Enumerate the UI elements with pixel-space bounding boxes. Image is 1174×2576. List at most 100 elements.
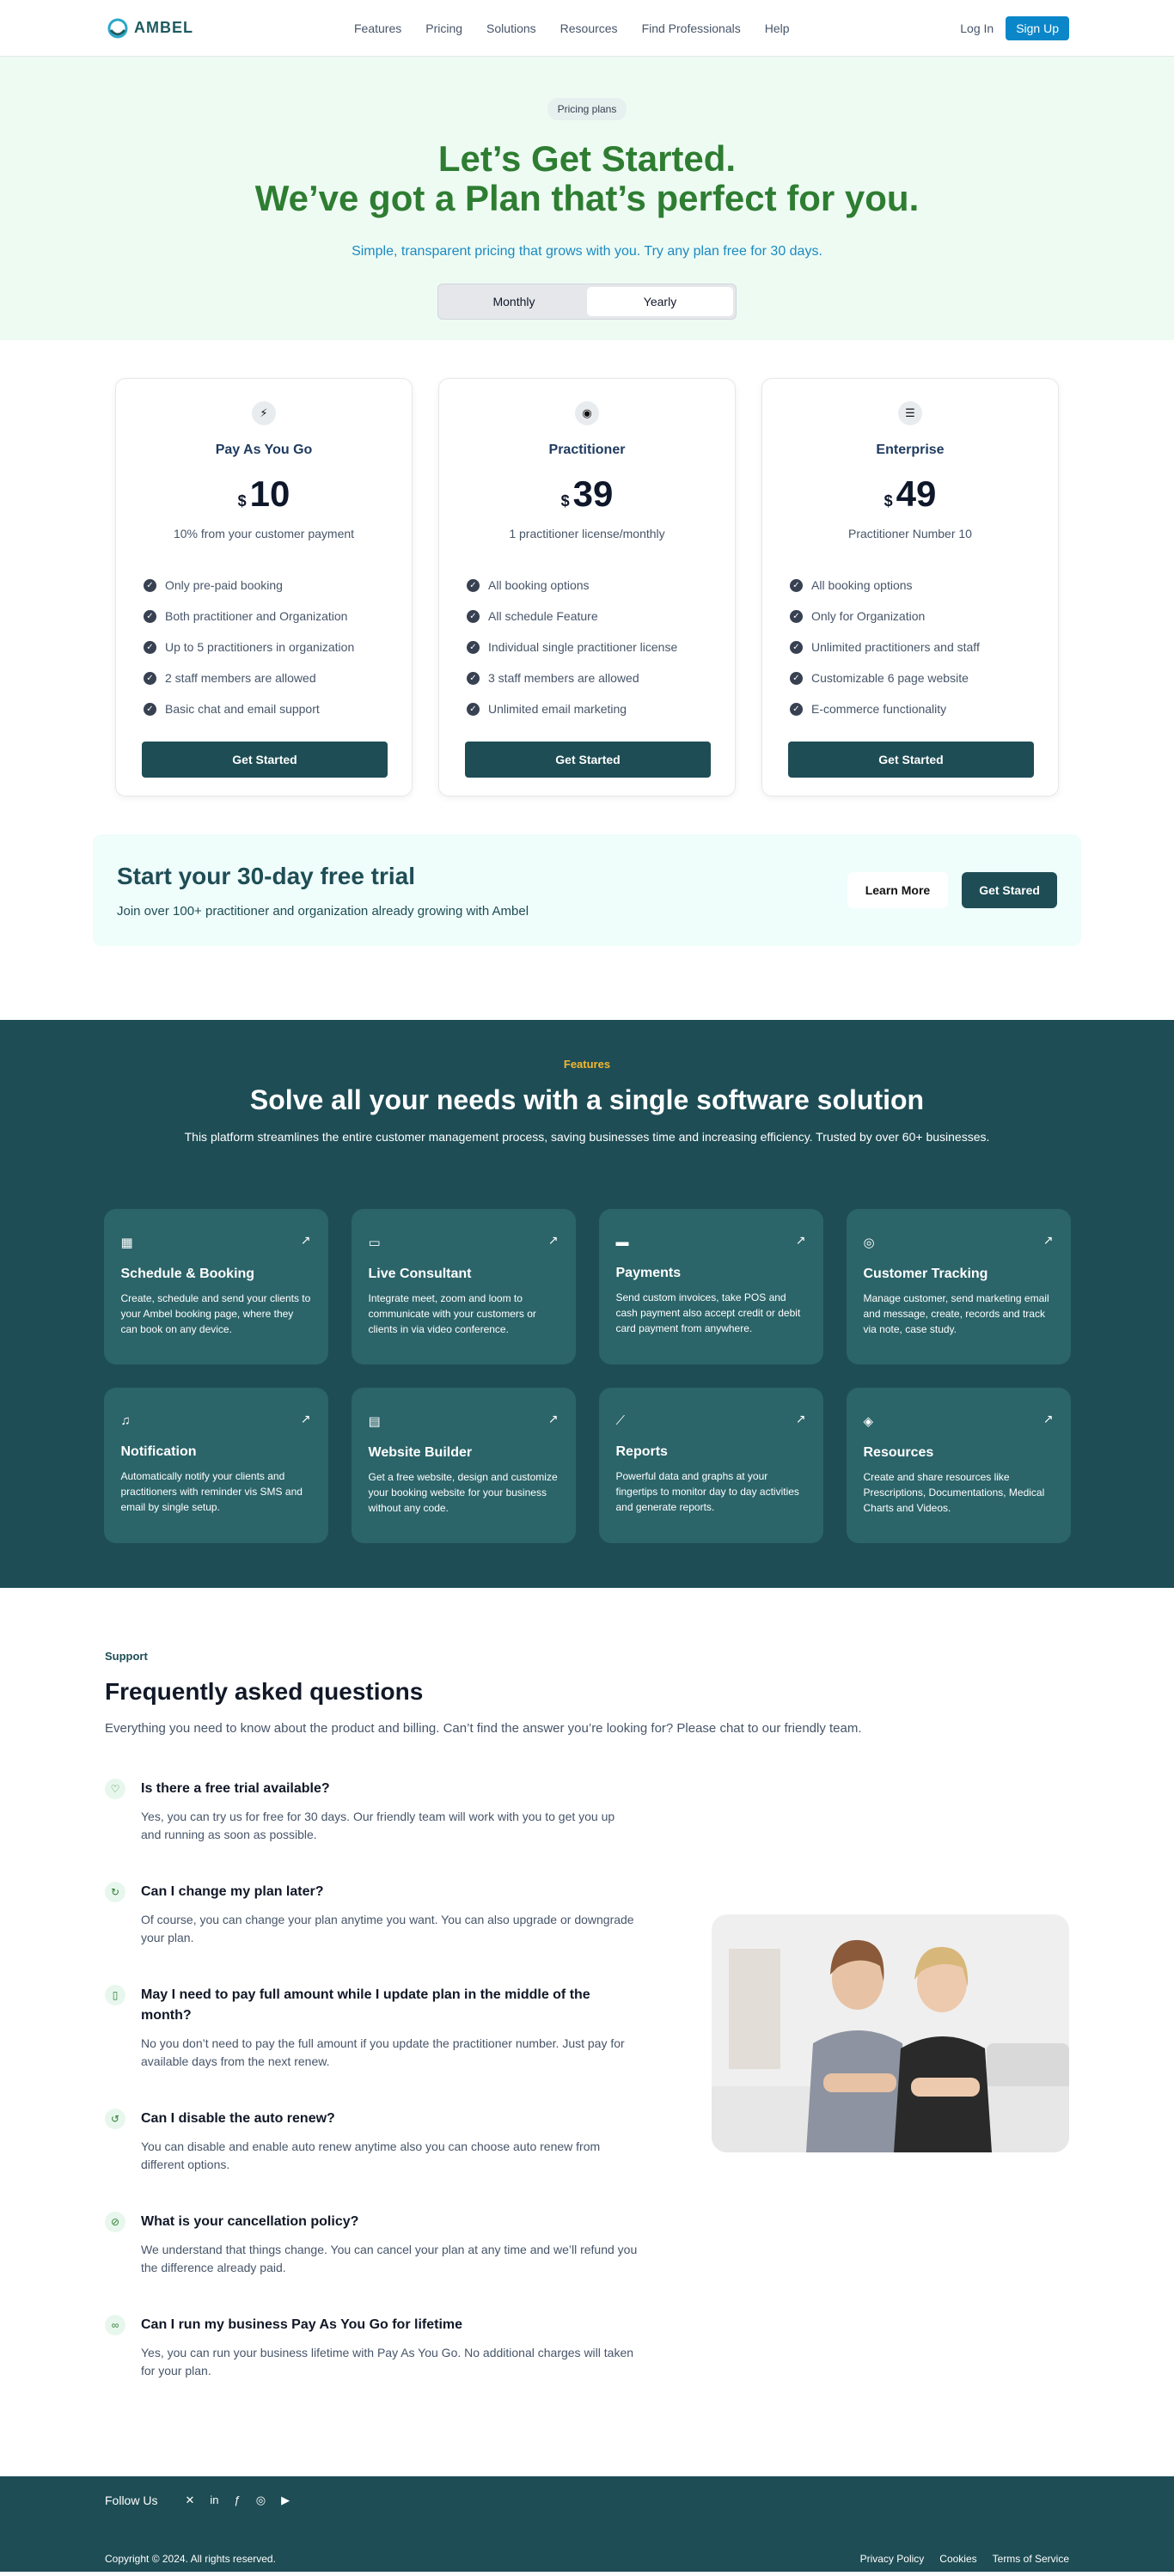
bolt-icon: ⚡ xyxy=(252,401,276,425)
toggle-yearly[interactable]: Yearly xyxy=(587,287,733,316)
feature-card-resources[interactable]: ◈ ↗ Resources Create and share resources… xyxy=(846,1388,1071,1543)
external-link-icon[interactable]: ↗ xyxy=(796,1233,806,1248)
login-link[interactable]: Log In xyxy=(960,21,994,35)
twitter-icon[interactable]: ✕ xyxy=(185,2494,194,2507)
feature-card-live-consultant[interactable]: ▭ ↗ Live Consultant Integrate meet, zoom… xyxy=(351,1209,576,1364)
get-started-button[interactable]: Get Started xyxy=(788,742,1034,778)
faq-item[interactable]: ↻ Can I change my plan later? Of course, … xyxy=(105,1882,638,1947)
price-currency: $ xyxy=(884,492,893,510)
external-link-icon[interactable]: ↗ xyxy=(301,1412,311,1426)
signup-button[interactable]: Sign Up xyxy=(1006,15,1069,40)
nav-link-find-professionals[interactable]: Find Professionals xyxy=(642,21,741,35)
feature-title: Live Consultant xyxy=(368,1267,472,1281)
plan-features: ✓ All booking options ✓ All schedule Featu… xyxy=(465,570,709,724)
get-started-trial-button[interactable]: Get Stared xyxy=(962,872,1057,908)
plan-feature-label: Only pre-paid booking xyxy=(165,578,283,592)
nav-link-resources[interactable]: Resources xyxy=(560,21,618,35)
plan-feature-label: All booking options xyxy=(488,578,590,592)
fingerprint-icon: ◎ xyxy=(863,1236,875,1250)
external-link-icon[interactable]: ↗ xyxy=(548,1412,559,1426)
check-icon: ✓ xyxy=(144,640,156,654)
nav-link-help[interactable]: Help xyxy=(765,21,790,35)
feature-text: Manage customer, send marketing email an… xyxy=(863,1292,1049,1335)
external-link-icon[interactable]: ↗ xyxy=(796,1412,806,1426)
external-link-icon[interactable]: ↗ xyxy=(548,1233,559,1248)
nav-link-pricing[interactable]: Pricing xyxy=(425,21,462,35)
hero-title: Let’s Get Started. We’ve got a Plan that… xyxy=(0,139,1174,218)
features-tag: Features xyxy=(563,1058,611,1071)
feature-card-payments[interactable]: ▬ ↗ Payments Send custom invoices, take … xyxy=(598,1209,823,1364)
faq-answer: Of course, you can change your plan anyt… xyxy=(141,1913,634,1944)
cookies-link[interactable]: Cookies xyxy=(939,2553,976,2565)
support-staff-photo xyxy=(712,1914,1069,2152)
privacy-policy-link[interactable]: Privacy Policy xyxy=(860,2553,925,2565)
faq-item[interactable]: ∞ Can I run my business Pay As You Go fo… xyxy=(105,2315,638,2380)
features-grid: ▦ ↗ Schedule & Booking Create, schedule … xyxy=(0,1209,1174,1543)
toggle-monthly[interactable]: Monthly xyxy=(441,287,587,316)
plan-subtitle: Practitioner Number 10 xyxy=(848,527,972,540)
faq-item[interactable]: ▯ May I need to pay full amount while I … xyxy=(105,1985,638,2071)
plan-feature-label: E-commerce functionality xyxy=(811,702,947,716)
learn-more-button[interactable]: Learn More xyxy=(847,872,949,908)
external-link-icon[interactable]: ↗ xyxy=(1043,1233,1054,1248)
features-section: Features Solve all your needs with a sin… xyxy=(0,1020,1174,1588)
feature-card-schedule[interactable]: ▦ ↗ Schedule & Booking Create, schedule … xyxy=(103,1209,328,1364)
plan-feature: ✓ E-commerce functionality xyxy=(790,693,1032,724)
trial-copy: Start your 30-day free trial Join over 1… xyxy=(117,863,529,919)
nav-link-features[interactable]: Features xyxy=(354,21,401,35)
faq-title: Frequently asked questions xyxy=(105,1678,424,1705)
plan-subtitle: 1 practitioner license/monthly xyxy=(509,527,665,540)
faq-tag: Support xyxy=(105,1650,148,1663)
footer-bottom-row: Copyright © 2024. All rights reserved. P… xyxy=(105,2542,1069,2576)
plan-feature: ✓ Up to 5 practitioners in organization xyxy=(144,632,386,662)
plan-feature: ✓ 3 staff members are allowed xyxy=(467,662,709,693)
plan-features: ✓ All booking options ✓ Only for Organizat… xyxy=(788,570,1032,724)
brand-name: AMBEL xyxy=(134,19,193,36)
faq-item[interactable]: ⊘ What is your cancellation policy? We un… xyxy=(105,2212,638,2277)
plan-feature: ✓ Unlimited practitioners and staff xyxy=(790,632,1032,662)
social-links: ✕ in ƒ ◎ ▶ xyxy=(185,2494,290,2507)
faq-item[interactable]: ↺ Can I disable the auto renew? You can d… xyxy=(105,2109,638,2174)
features-lead: This platform streamlines the entire cus… xyxy=(184,1130,990,1144)
facebook-icon[interactable]: ƒ xyxy=(235,2494,241,2507)
feature-text: Create, schedule and send your clients t… xyxy=(120,1292,311,1335)
check-icon: ✓ xyxy=(790,640,803,654)
free-trial-banner: Start your 30-day free trial Join over 1… xyxy=(93,834,1081,946)
nav-link-solutions[interactable]: Solutions xyxy=(486,21,536,35)
heart-icon: ♡ xyxy=(105,1779,125,1799)
youtube-icon[interactable]: ▶ xyxy=(281,2494,290,2507)
feature-title: Reports xyxy=(615,1444,668,1459)
feature-card-customer-tracking[interactable]: ◎ ↗ Customer Tracking Manage customer, s… xyxy=(846,1209,1071,1364)
check-icon: ✓ xyxy=(790,609,803,623)
feature-text: Send custom invoices, take POS and cash … xyxy=(615,1291,801,1334)
price-currency: $ xyxy=(560,492,570,510)
site-footer: Follow Us ✕ in ƒ ◎ ▶ Copyright © 2024. A… xyxy=(0,2476,1174,2572)
linkedin-icon[interactable]: in xyxy=(210,2494,218,2507)
plan-feature-label: Basic chat and email support xyxy=(165,702,320,716)
feature-card-website-builder[interactable]: ▤ ↗ Website Builder Get a free website, … xyxy=(351,1388,576,1543)
terms-of-service-link[interactable]: Terms of Service xyxy=(993,2553,1069,2565)
feature-title: Notification xyxy=(120,1444,197,1459)
feature-card-reports[interactable]: ⟋ ↗ Reports Powerful data and graphs at … xyxy=(598,1388,823,1543)
get-started-button[interactable]: Get Started xyxy=(465,742,711,778)
faq-item[interactable]: ♡ Is there a free trial available? Yes, y… xyxy=(105,1779,638,1844)
check-icon: ✓ xyxy=(467,609,480,623)
plan-feature: ✓ Individual single practitioner license xyxy=(467,632,709,662)
plan-feature-label: Both practitioner and Organization xyxy=(165,609,348,623)
external-link-icon[interactable]: ↗ xyxy=(301,1233,311,1248)
plan-feature: ✓ Customizable 6 page website xyxy=(790,662,1032,693)
renew-icon: ↺ xyxy=(105,2109,125,2129)
brand-logo[interactable]: AMBEL xyxy=(105,15,354,41)
check-icon: ✓ xyxy=(144,702,156,716)
check-icon: ✓ xyxy=(144,609,156,623)
plan-name: Pay As You Go xyxy=(215,443,313,457)
billing-toggle: Monthly Yearly xyxy=(437,284,737,320)
plan-feature: ✓ Both practitioner and Organization xyxy=(144,601,386,632)
get-started-button[interactable]: Get Started xyxy=(142,742,388,778)
plan-feature-label: 2 staff members are allowed xyxy=(165,671,316,685)
plan-feature: ✓ 2 staff members are allowed xyxy=(144,662,386,693)
plan-price: $ 10 xyxy=(142,473,386,515)
instagram-icon[interactable]: ◎ xyxy=(256,2494,266,2507)
external-link-icon[interactable]: ↗ xyxy=(1043,1412,1054,1426)
feature-card-notification[interactable]: ♫ ↗ Notification Automatically notify yo… xyxy=(103,1388,328,1543)
